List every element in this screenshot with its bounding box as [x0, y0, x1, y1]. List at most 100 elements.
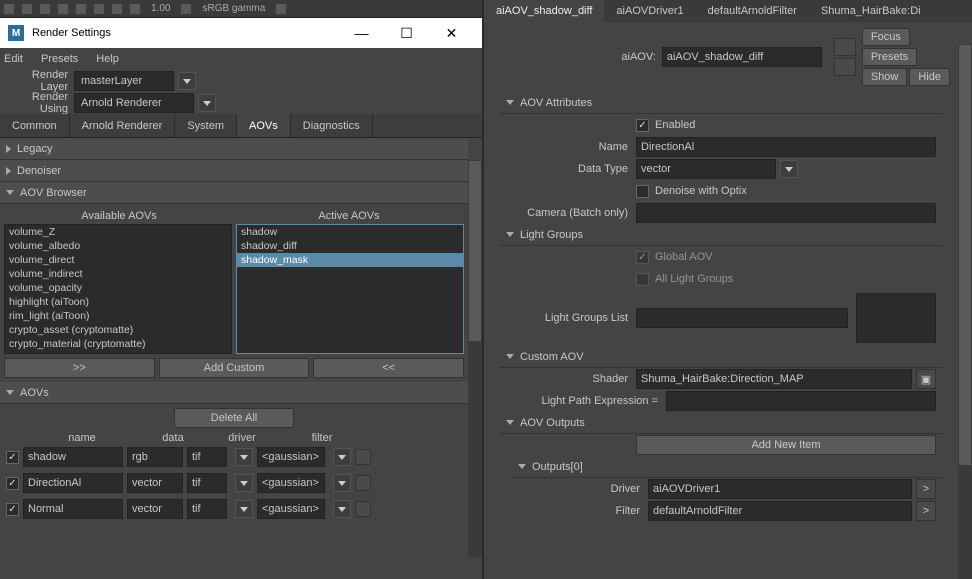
render-layer-dd-button[interactable]: [178, 72, 196, 90]
aov-action-icon[interactable]: [355, 475, 371, 491]
menu-edit[interactable]: Edit: [4, 53, 23, 65]
nav-back-icon[interactable]: [834, 38, 856, 56]
aov-action-icon[interactable]: [355, 449, 371, 465]
light-groups-list-field[interactable]: [636, 308, 848, 328]
attr-header: aiAOV: aiAOV_shadow_diff Focus Presets S…: [484, 22, 958, 92]
r-tab-aov[interactable]: aiAOV_shadow_diff: [484, 0, 604, 22]
aov-enabled-checkbox[interactable]: [6, 503, 19, 516]
section-denoiser[interactable]: Denoiser: [0, 160, 468, 182]
tab-diagnostics[interactable]: Diagnostics: [291, 114, 373, 137]
name-field[interactable]: DirectionAl: [636, 137, 936, 157]
driver-dd-button[interactable]: [235, 448, 253, 466]
filter-dd-button[interactable]: [333, 474, 351, 492]
r-tab-filter[interactable]: defaultArnoldFilter: [696, 0, 809, 22]
delete-all-button[interactable]: Delete All: [174, 408, 294, 428]
list-item[interactable]: crypto_asset (cryptomatte): [5, 323, 231, 337]
focus-button[interactable]: Focus: [862, 28, 910, 46]
lpe-field[interactable]: [666, 391, 936, 411]
list-item[interactable]: volume_direct: [5, 253, 231, 267]
aov-action-icon[interactable]: [355, 501, 371, 517]
filter-dd-button[interactable]: [333, 500, 351, 518]
shader-map-button[interactable]: ▣: [916, 369, 936, 389]
list-item[interactable]: shadow_diff: [237, 239, 463, 253]
list-item[interactable]: crypto_object (cryptomatte): [5, 351, 231, 354]
minimize-button[interactable]: —: [339, 18, 384, 48]
aov-enabled-checkbox[interactable]: [6, 451, 19, 464]
aov-data-field[interactable]: vector: [127, 473, 183, 493]
aov-name-field[interactable]: DirectionAl: [23, 473, 123, 493]
section-custom-aov[interactable]: Custom AOV: [500, 346, 942, 368]
driver-field[interactable]: aiAOVDriver1: [648, 479, 912, 499]
aov-enabled-checkbox[interactable]: [6, 477, 19, 490]
section-aov-browser[interactable]: AOV Browser: [0, 182, 468, 204]
right-scrollbar[interactable]: [958, 44, 972, 579]
tab-common[interactable]: Common: [0, 114, 70, 137]
camera-field[interactable]: [636, 203, 936, 223]
section-light-groups[interactable]: Light Groups: [500, 224, 942, 246]
aov-data-field[interactable]: vector: [127, 499, 183, 519]
list-item[interactable]: volume_albedo: [5, 239, 231, 253]
driver-dd-button[interactable]: [235, 474, 253, 492]
driver-dd-button[interactable]: [235, 500, 253, 518]
aov-driver-field[interactable]: tif: [187, 499, 227, 519]
render-using-dropdown[interactable]: Arnold Renderer: [74, 93, 194, 113]
aov-driver-field[interactable]: tif: [187, 473, 227, 493]
maximize-button[interactable]: ☐: [384, 18, 429, 48]
presets-button[interactable]: Presets: [862, 48, 917, 66]
r-tab-shuma[interactable]: Shuma_HairBake:Di: [809, 0, 933, 22]
r-tab-driver[interactable]: aiAOVDriver1: [604, 0, 695, 22]
show-button[interactable]: Show: [862, 68, 908, 86]
list-item[interactable]: shadow: [237, 225, 463, 239]
aov-filter-field[interactable]: <gaussian>: [257, 499, 325, 519]
tab-aovs[interactable]: AOVs: [237, 114, 291, 137]
aov-name-field[interactable]: shadow: [23, 447, 123, 467]
list-item[interactable]: volume_indirect: [5, 267, 231, 281]
render-using-row: Render Using Arnold Renderer: [0, 92, 482, 114]
data-type-dd-button[interactable]: [780, 160, 798, 178]
aov-data-field[interactable]: rgb: [127, 447, 183, 467]
enabled-checkbox[interactable]: [636, 119, 649, 132]
render-layer-dropdown[interactable]: masterLayer: [74, 71, 174, 91]
hide-button[interactable]: Hide: [909, 68, 950, 86]
aov-filter-field[interactable]: <gaussian>: [257, 447, 325, 467]
list-item[interactable]: highlight (aiToon): [5, 295, 231, 309]
data-type-dropdown[interactable]: vector: [636, 159, 776, 179]
filter-field[interactable]: defaultArnoldFilter: [648, 501, 912, 521]
move-right-button[interactable]: >>: [4, 358, 155, 378]
tab-system[interactable]: System: [175, 114, 237, 137]
move-left-button[interactable]: <<: [313, 358, 464, 378]
nav-fwd-icon[interactable]: [834, 58, 856, 76]
section-outputs0[interactable]: Outputs[0]: [512, 456, 942, 478]
shader-field[interactable]: Shuma_HairBake:Direction_MAP: [636, 369, 912, 389]
window-title: Render Settings: [32, 27, 339, 39]
active-aovs-list[interactable]: shadow shadow_diff shadow_mask: [236, 224, 464, 354]
list-item-selected[interactable]: shadow_mask: [237, 253, 463, 267]
section-aovs[interactable]: AOVs: [0, 382, 468, 404]
left-scrollbar[interactable]: [468, 160, 482, 557]
taskbar-chip: [58, 4, 68, 14]
tab-arnold-renderer[interactable]: Arnold Renderer: [70, 114, 176, 137]
list-item[interactable]: volume_opacity: [5, 281, 231, 295]
section-legacy[interactable]: Legacy: [0, 138, 468, 160]
aov-filter-field[interactable]: <gaussian>: [257, 473, 325, 493]
window-titlebar[interactable]: M Render Settings — ☐ ✕: [0, 18, 482, 48]
aov-name-field[interactable]: Normal: [23, 499, 123, 519]
render-using-dd-button[interactable]: [198, 94, 216, 112]
close-button[interactable]: ✕: [429, 18, 474, 48]
menu-help[interactable]: Help: [96, 53, 119, 65]
denoise-checkbox[interactable]: [636, 185, 649, 198]
filter-dd-button[interactable]: [333, 448, 351, 466]
list-item[interactable]: volume_Z: [5, 225, 231, 239]
add-new-item-button[interactable]: Add New Item: [636, 435, 936, 455]
section-aov-outputs[interactable]: AOV Outputs: [500, 412, 942, 434]
aov-driver-field[interactable]: tif: [187, 447, 227, 467]
aiAOV-name-field[interactable]: aiAOV_shadow_diff: [662, 47, 822, 67]
add-custom-button[interactable]: Add Custom: [159, 358, 310, 378]
list-item[interactable]: crypto_material (cryptomatte): [5, 337, 231, 351]
available-aovs-list[interactable]: volume_Z volume_albedo volume_direct vol…: [4, 224, 232, 354]
menu-presets[interactable]: Presets: [41, 53, 78, 65]
section-aov-attributes[interactable]: AOV Attributes: [500, 92, 942, 114]
driver-nav-button[interactable]: >: [916, 479, 936, 499]
list-item[interactable]: rim_light (aiToon): [5, 309, 231, 323]
filter-nav-button[interactable]: >: [916, 501, 936, 521]
